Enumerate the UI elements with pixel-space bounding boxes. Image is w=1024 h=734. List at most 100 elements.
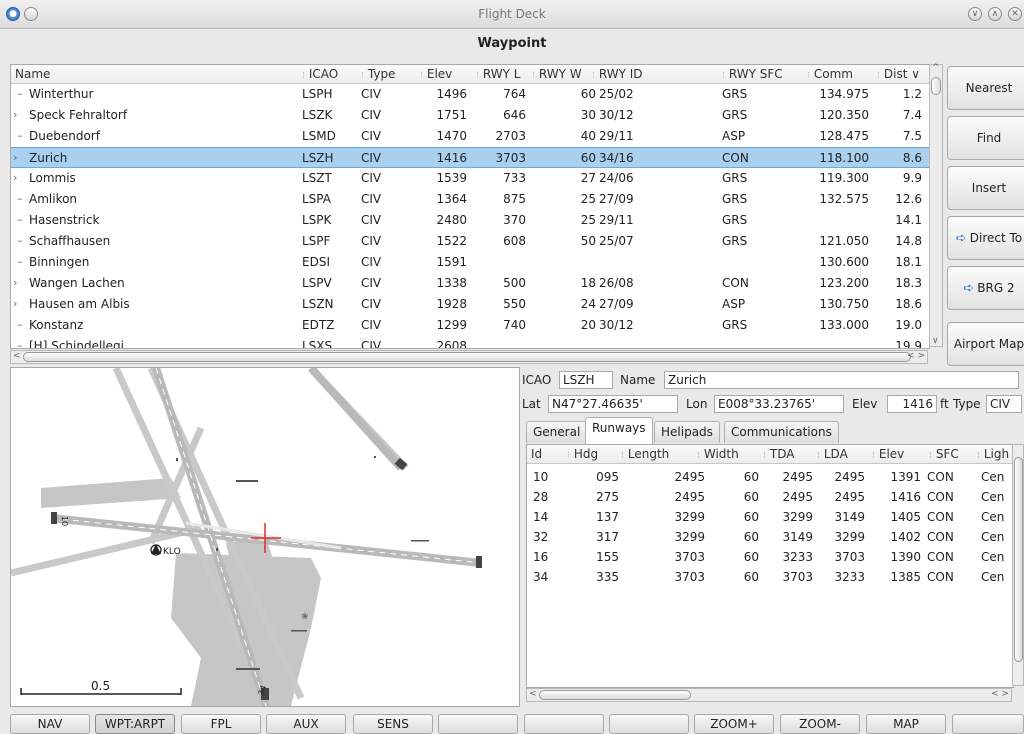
- softkey-12-button[interactable]: [952, 714, 1024, 734]
- runway-cell-width: 60: [743, 510, 759, 524]
- waypoint-vertical-scrollbar[interactable]: ^ ∨: [929, 63, 943, 347]
- runways-table[interactable]: Id ⁝ Hdg ⁝ Length ⁝ Width ⁝ TDA ⁝ LDA ⁝ Elev ⁝ SFC ⁝ Lig…: [526, 444, 1014, 688]
- runway-column-header[interactable]: ⁝ Width: [697, 447, 739, 461]
- scroll-down-icon[interactable]: ∨: [932, 336, 939, 346]
- runway-column-header[interactable]: Id: [531, 447, 542, 461]
- runway-cell-length: 3299: [674, 530, 705, 544]
- map-button[interactable]: MAP: [866, 714, 946, 734]
- type-field[interactable]: CIV: [986, 395, 1022, 413]
- brg2-button[interactable]: ➪ BRG 2: [947, 266, 1024, 310]
- column-header[interactable]: ⁝ Comm: [807, 67, 853, 81]
- runway-column-header[interactable]: ⁝ Hdg: [567, 447, 598, 461]
- column-separator: ⁝: [722, 71, 725, 81]
- expand-arrow-icon[interactable]: ›: [13, 108, 17, 121]
- lon-field[interactable]: E008°33.23765': [714, 395, 844, 413]
- expand-arrow-icon[interactable]: ›: [13, 297, 17, 310]
- softkey-6-button[interactable]: [438, 714, 518, 734]
- close-icon[interactable]: ✕: [1008, 7, 1022, 21]
- table-row[interactable]: › Speck Fehraltorf LSZK CIV 1751 646 30 30/12 GR…: [11, 105, 929, 126]
- softkey-8-button[interactable]: [609, 714, 689, 734]
- minimize-icon[interactable]: ∨: [968, 7, 982, 21]
- fpl-button[interactable]: FPL: [181, 714, 261, 734]
- elev-field[interactable]: 1416: [887, 395, 937, 413]
- table-row[interactable]: – Amlikon LSPA CIV 1364 875 25 27/09 GRS 132.575 1…: [11, 189, 929, 210]
- tab-helipads[interactable]: Helipads: [654, 421, 720, 443]
- scrollbar-thumb[interactable]: [23, 352, 911, 362]
- icao-field[interactable]: LSZH: [559, 371, 613, 389]
- runway-column-header[interactable]: ⁝ LDA: [817, 447, 848, 461]
- nav-button[interactable]: NAV: [10, 714, 90, 734]
- table-row[interactable]: › Hausen am Albis LSZN CIV 1928 550 24 27/09 ASP…: [11, 294, 929, 315]
- wpt-arpt-button[interactable]: WPT:ARPT: [95, 714, 175, 734]
- aux-button[interactable]: AUX: [266, 714, 346, 734]
- column-header[interactable]: ⁝ ICAO: [302, 67, 338, 81]
- tree-branch-icon: –: [17, 339, 23, 349]
- airport-map-button[interactable]: Airport Map: [947, 322, 1024, 366]
- find-button[interactable]: Find: [947, 116, 1024, 160]
- waypoint-horizontal-scrollbar[interactable]: < < >: [10, 350, 928, 364]
- runway-cell-id: 10: [533, 470, 549, 484]
- cell-icao: LSZH: [302, 151, 334, 165]
- table-row[interactable]: – Duebendorf LSMD CIV 1470 2703 40 29/11 ASP 128.…: [11, 126, 929, 147]
- table-row[interactable]: – Winterthur LSPH CIV 1496 764 60 25/02 GRS 134.9…: [11, 84, 929, 105]
- expand-arrow-icon[interactable]: ›: [13, 171, 17, 184]
- runway-column-header[interactable]: ⁝ TDA: [763, 447, 794, 461]
- scroll-left-icon[interactable]: <: [529, 689, 537, 699]
- tab-communications[interactable]: Communications: [724, 421, 839, 443]
- runway-column-header[interactable]: ⁝ Ligh: [977, 447, 1009, 461]
- scrollbar-thumb[interactable]: [1014, 457, 1023, 662]
- table-row[interactable]: › Lommis LSZT CIV 1539 733 27 24/06 GRS 119.300 9.…: [11, 168, 929, 189]
- scrollbar-thumb[interactable]: [539, 690, 691, 700]
- runway-column-header[interactable]: ⁝ Elev: [872, 447, 904, 461]
- runways-horizontal-scrollbar[interactable]: < < >: [526, 688, 1012, 702]
- column-separator: ⁝: [592, 71, 595, 81]
- table-row[interactable]: 28 275 2495 60 2495 2495 1416 CON Cen: [527, 487, 1013, 507]
- table-row[interactable]: 32 317 3299 60 3149 3299 1402 CON Cen: [527, 527, 1013, 547]
- name-field[interactable]: Zurich: [664, 371, 1019, 389]
- waypoint-table[interactable]: Name ⁝ ICAO ⁝ Type ⁝ Elev ⁝ RWY L ⁝ RWY W ⁝ RWY ID ⁝ R…: [10, 64, 930, 349]
- runways-vertical-scrollbar[interactable]: [1012, 444, 1024, 686]
- cell-comm: 123.200: [819, 276, 869, 290]
- expand-arrow-icon[interactable]: ›: [13, 276, 17, 289]
- nearest-button[interactable]: Nearest: [947, 66, 1024, 110]
- zoom-out-button[interactable]: ZOOM-: [780, 714, 860, 734]
- table-row[interactable]: 34 335 3703 60 3703 3233 1385 CON Cen: [527, 567, 1013, 587]
- tab-general[interactable]: General: [526, 421, 588, 443]
- column-header[interactable]: ⁝ RWY W: [532, 67, 582, 81]
- table-row[interactable]: – Hasenstrick LSPK CIV 2480 370 25 29/11 GRS 14.1: [11, 210, 929, 231]
- scrollbar-thumb[interactable]: [931, 77, 941, 95]
- expand-arrow-icon[interactable]: ›: [13, 151, 17, 164]
- column-header[interactable]: ⁝ RWY L: [476, 67, 520, 81]
- table-row[interactable]: – Konstanz EDTZ CIV 1299 740 20 30/12 GRS 133.000…: [11, 315, 929, 336]
- scroll-right-icon[interactable]: < >: [991, 689, 1009, 699]
- column-header[interactable]: ⁝ RWY ID: [592, 67, 643, 81]
- airport-map[interactable]: ❀ KLO 10 34 0.5: [10, 367, 520, 707]
- direct-to-button[interactable]: ➪ Direct To: [947, 216, 1024, 260]
- runway-column-header[interactable]: ⁝ Length: [621, 447, 669, 461]
- table-row[interactable]: – [H] Schindellegi LSXS CIV 2608 19.9: [11, 336, 929, 349]
- lat-field[interactable]: N47°27.46635': [548, 395, 678, 413]
- table-row[interactable]: › Zurich LSZH CIV 1416 3703 60 34/16 CON 118.100 8…: [11, 147, 929, 168]
- scroll-left-icon[interactable]: <: [13, 351, 21, 361]
- table-row[interactable]: – Schaffhausen LSPF CIV 1522 608 50 25/07 GRS 121…: [11, 231, 929, 252]
- table-row[interactable]: 16 155 3703 60 3233 3703 1390 CON Cen: [527, 547, 1013, 567]
- sens-button[interactable]: SENS: [353, 714, 433, 734]
- column-header[interactable]: ⁝ Elev: [420, 67, 452, 81]
- table-row[interactable]: › Wangen Lachen LSPV CIV 1338 500 18 26/08 CON 12…: [11, 273, 929, 294]
- insert-button[interactable]: Insert: [947, 166, 1024, 210]
- maximize-icon[interactable]: ∧: [988, 7, 1002, 21]
- tab-runways[interactable]: Runways: [585, 417, 653, 444]
- table-row[interactable]: – Binningen EDSI CIV 1591 130.600 18.1: [11, 252, 929, 273]
- zoom-in-button[interactable]: ZOOM+: [694, 714, 774, 734]
- column-header[interactable]: ⁝ Type: [361, 67, 395, 81]
- runway-cell-hdg: 317: [596, 530, 619, 544]
- column-header[interactable]: Name: [15, 67, 50, 81]
- table-row[interactable]: 14 137 3299 60 3299 3149 1405 CON Cen: [527, 507, 1013, 527]
- scroll-right-icon[interactable]: < >: [907, 351, 925, 361]
- softkey-7-button[interactable]: [524, 714, 604, 734]
- column-header[interactable]: ⁝ Dist ∨: [877, 67, 920, 81]
- scroll-up-icon[interactable]: ^: [932, 63, 940, 73]
- column-header[interactable]: ⁝ RWY SFC: [722, 67, 783, 81]
- table-row[interactable]: 10 095 2495 60 2495 2495 1391 CON Cen: [527, 467, 1013, 487]
- runway-column-header[interactable]: ⁝ SFC: [929, 447, 959, 461]
